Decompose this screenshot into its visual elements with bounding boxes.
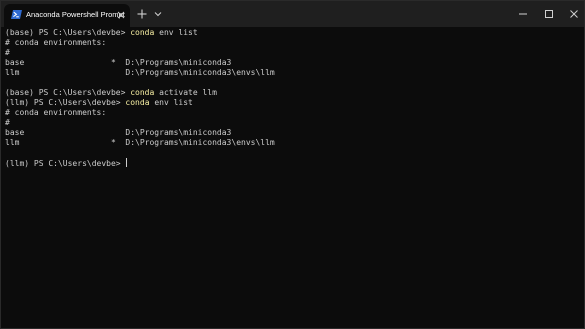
- command-text: conda: [130, 88, 155, 97]
- close-icon[interactable]: [115, 9, 127, 21]
- terminal-line: base * D:\Programs\miniconda3: [5, 58, 232, 67]
- terminal-line: llm D:\Programs\miniconda3\envs\llm: [5, 68, 275, 77]
- text-cursor: [126, 158, 128, 167]
- terminal-line: (base) PS C:\Users\devbe> conda activate…: [5, 88, 580, 98]
- terminal-line: (llm) PS C:\Users\devbe> conda env list: [5, 98, 580, 108]
- prompt-text: (llm) PS C:\Users\devbe>: [5, 98, 126, 107]
- command-args: env list: [154, 28, 198, 37]
- terminal-line: #: [5, 118, 10, 127]
- tab-anaconda-powershell[interactable]: Anaconda Powershell Prompt: [4, 4, 130, 27]
- chevron-down-icon[interactable]: [152, 8, 164, 20]
- terminal-line: # conda environments:: [5, 108, 107, 117]
- title-bar: Anaconda Powershell Prompt: [1, 1, 584, 27]
- terminal-line: #: [5, 48, 10, 57]
- prompt-text: (base) PS C:\Users\devbe>: [5, 28, 131, 37]
- command-text: conda: [130, 28, 155, 37]
- terminal-line: llm * D:\Programs\miniconda3\envs\llm: [5, 138, 275, 147]
- terminal-output[interactable]: (base) PS C:\Users\devbe> conda env list…: [5, 28, 580, 324]
- maximize-icon[interactable]: [542, 7, 556, 21]
- powershell-icon: [11, 10, 22, 19]
- command-args: env list: [149, 98, 193, 107]
- plus-icon[interactable]: [135, 7, 149, 21]
- prompt-text: (llm) PS C:\Users\devbe>: [5, 159, 126, 168]
- prompt-text: (base) PS C:\Users\devbe>: [5, 88, 131, 97]
- command-text: conda: [125, 98, 150, 107]
- tab-title: Anaconda Powershell Prompt: [26, 10, 125, 19]
- terminal-window: Anaconda Powershell Prompt (base) PS C:\…: [0, 0, 585, 329]
- command-args: activate llm: [154, 88, 217, 97]
- terminal-line: # conda environments:: [5, 38, 107, 47]
- terminal-line: (base) PS C:\Users\devbe> conda env list: [5, 28, 580, 38]
- current-prompt-line[interactable]: (llm) PS C:\Users\devbe>: [5, 158, 580, 168]
- window-close-icon[interactable]: [567, 7, 581, 21]
- minimize-icon[interactable]: [516, 7, 530, 21]
- terminal-line: base D:\Programs\miniconda3: [5, 128, 232, 137]
